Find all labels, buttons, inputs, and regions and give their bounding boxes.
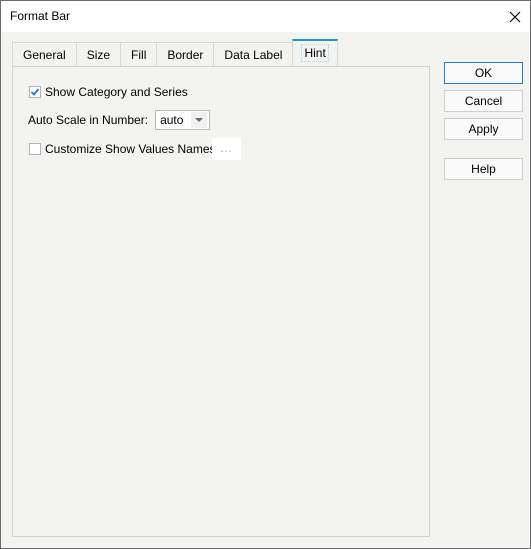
customize-names-label: Customize Show Values Names (45, 142, 216, 156)
tab-strip: General Size Fill Border Data Label Hint (12, 39, 338, 67)
tab-general[interactable]: General (12, 42, 77, 66)
show-category-series-label: Show Category and Series (45, 85, 188, 99)
hint-panel: Show Category and Series Auto Scale in N… (12, 66, 430, 537)
help-button[interactable]: Help (444, 158, 523, 180)
auto-scale-value: auto (160, 113, 184, 127)
show-category-series-checkbox[interactable] (29, 86, 41, 98)
close-icon (509, 11, 521, 22)
checkmark-icon (30, 88, 40, 96)
chevron-down-icon (191, 112, 208, 128)
dialog-title: Format Bar (10, 9, 71, 23)
auto-scale-row: Auto Scale in Number: auto (28, 110, 211, 130)
auto-scale-select[interactable]: auto (155, 110, 211, 130)
ellipsis-button[interactable]: ... (212, 138, 241, 160)
apply-button[interactable]: Apply (444, 118, 523, 140)
tab-size[interactable]: Size (75, 42, 122, 66)
customize-names-row: Customize Show Values Names (29, 142, 216, 156)
cancel-button[interactable]: Cancel (444, 90, 523, 112)
tab-hint[interactable]: Hint (292, 39, 338, 66)
ok-button[interactable]: OK (444, 62, 523, 84)
auto-scale-label: Auto Scale in Number: (28, 113, 149, 127)
tab-data-label[interactable]: Data Label (213, 42, 294, 66)
tab-border[interactable]: Border (156, 42, 215, 66)
close-button[interactable] (500, 1, 530, 32)
format-bar-dialog: Format Bar General Size Fill Border Data… (0, 0, 531, 549)
customize-names-checkbox[interactable] (29, 143, 41, 155)
title-bar: Format Bar (1, 1, 530, 32)
tab-fill[interactable]: Fill (120, 42, 158, 66)
show-category-series-row: Show Category and Series (29, 85, 188, 99)
